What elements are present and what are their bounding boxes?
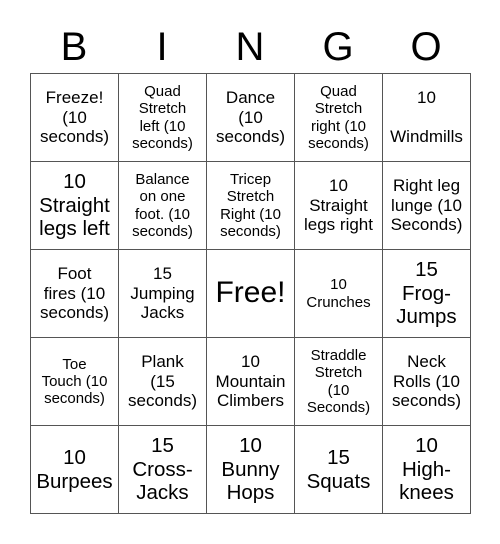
bingo-cell[interactable]: 10 Crunches: [295, 250, 383, 338]
bingo-cell[interactable]: 10 Mountain Climbers: [207, 338, 295, 426]
bingo-cell[interactable]: Dance (10 seconds): [207, 74, 295, 162]
header-letter: B: [60, 25, 88, 69]
bingo-cell[interactable]: Toe Touch (10 seconds): [31, 338, 119, 426]
bingo-cell[interactable]: 15 Frog- Jumps: [383, 250, 471, 338]
bingo-cell[interactable]: 15 Jumping Jacks: [119, 250, 207, 338]
header-letter: G: [322, 25, 354, 69]
bingo-cell[interactable]: 10 Bunny Hops: [207, 426, 295, 514]
bingo-cell[interactable]: Freeze! (10 seconds): [31, 74, 119, 162]
bingo-cell[interactable]: Foot fires (10 seconds): [31, 250, 119, 338]
bingo-cell[interactable]: Plank (15 seconds): [119, 338, 207, 426]
header-letter: O: [410, 25, 442, 69]
bingo-cell[interactable]: 10 Windmills: [383, 74, 471, 162]
bingo-cell[interactable]: 15 Squats: [295, 426, 383, 514]
bingo-cell[interactable]: Quad Stretch left (10 seconds): [119, 74, 207, 162]
bingo-cell[interactable]: Straddle Stretch (10 Seconds): [295, 338, 383, 426]
bingo-cell[interactable]: Right leg lunge (10 Seconds): [383, 162, 471, 250]
bingo-cell[interactable]: 10 Burpees: [31, 426, 119, 514]
bingo-header: B I N G O: [30, 22, 470, 72]
bingo-cell[interactable]: 10 Straight legs right: [295, 162, 383, 250]
bingo-cell[interactable]: Tricep Stretch Right (10 seconds): [207, 162, 295, 250]
bingo-cell[interactable]: 10 Straight legs left: [31, 162, 119, 250]
bingo-cell[interactable]: Balance on one foot. (10 seconds): [119, 162, 207, 250]
header-letter: I: [156, 25, 168, 69]
bingo-card-grid: Freeze! (10 seconds) Quad Stretch left (1…: [30, 73, 471, 514]
bingo-cell[interactable]: Neck Rolls (10 seconds): [383, 338, 471, 426]
bingo-cell[interactable]: 10 High- knees: [383, 426, 471, 514]
bingo-cell[interactable]: 15 Cross- Jacks: [119, 426, 207, 514]
header-letter: N: [235, 25, 265, 69]
bingo-cell[interactable]: Quad Stretch right (10 seconds): [295, 74, 383, 162]
free-space-cell[interactable]: Free!: [207, 250, 295, 338]
